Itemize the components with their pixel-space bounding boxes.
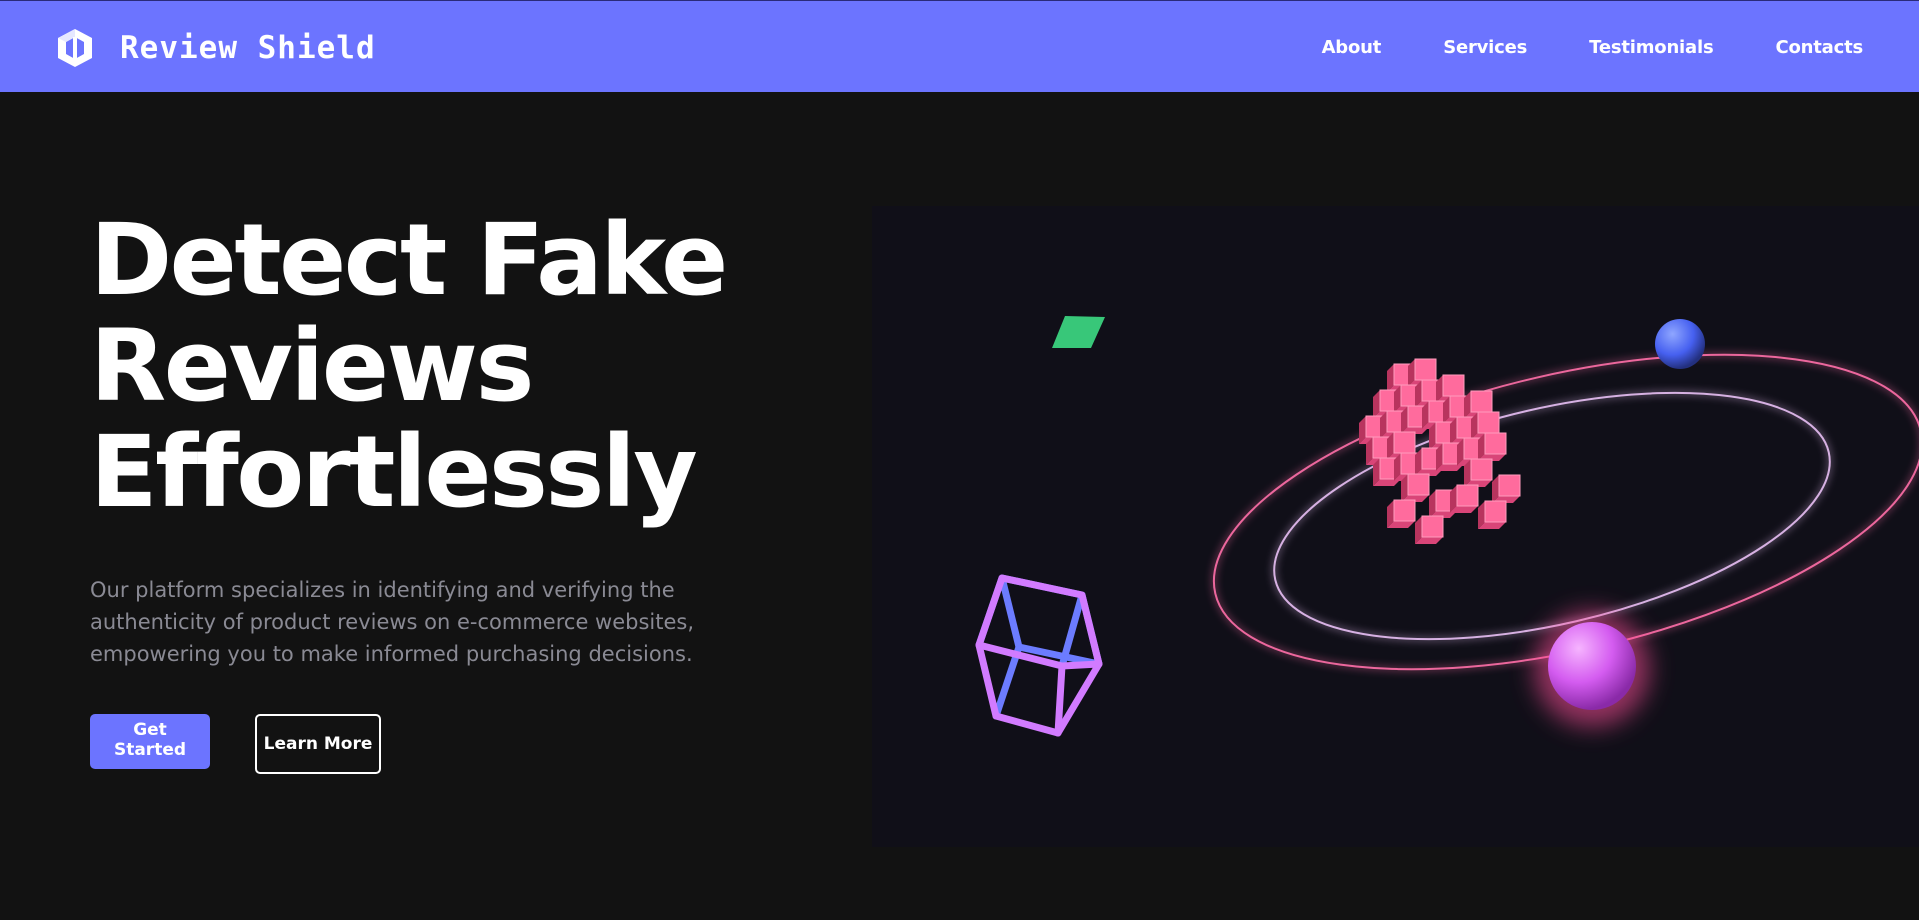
learn-more-button[interactable]: Learn More [255, 714, 381, 774]
invader-voxel [1477, 411, 1500, 434]
hero-title-line-1: Detect Fake [90, 203, 728, 318]
invader-voxel [1484, 500, 1507, 523]
green-diamond-shape [1052, 316, 1105, 348]
invader-voxel [1470, 458, 1493, 481]
invader-voxel [1470, 390, 1493, 413]
invader-voxel [1414, 358, 1437, 381]
invader-voxel [1393, 431, 1416, 454]
nav-link-services[interactable]: Services [1443, 37, 1527, 58]
nav-link-about[interactable]: About [1322, 37, 1382, 58]
nav-link-testimonials[interactable]: Testimonials [1589, 37, 1714, 58]
invader-voxel [1407, 473, 1430, 496]
space-invader-voxels [1359, 358, 1521, 544]
hero-illustration [872, 206, 1919, 847]
nav-link-contacts[interactable]: Contacts [1775, 37, 1863, 58]
main-nav: About Services Testimonials Contacts [1260, 1, 1864, 93]
hero-title-line-3: Effortlessly [90, 415, 698, 530]
invader-voxel [1456, 484, 1479, 507]
invader-voxel [1421, 515, 1444, 538]
hexagon-shield-logo-icon [58, 29, 92, 67]
top-nav-bar: Review Shield About Services Testimonial… [0, 0, 1919, 92]
brand-name: Review Shield [120, 30, 376, 66]
invader-voxel [1442, 374, 1465, 397]
hero-title: Detect Fake Reviews Effortlessly [90, 208, 830, 526]
space-invader-orbit-illustration [975, 316, 1919, 737]
hero-description: Our platform specializes in identifying … [90, 578, 695, 666]
hero-title-line-2: Reviews [90, 309, 534, 424]
invader-voxel [1498, 474, 1521, 497]
get-started-button[interactable]: Get Started [90, 714, 210, 769]
blue-sphere [1655, 319, 1705, 369]
pink-sphere [1548, 622, 1636, 710]
brand[interactable]: Review Shield [54, 25, 376, 71]
wireframe-cube [975, 574, 1103, 737]
invader-voxel [1484, 432, 1507, 455]
invader-voxel [1393, 499, 1416, 522]
